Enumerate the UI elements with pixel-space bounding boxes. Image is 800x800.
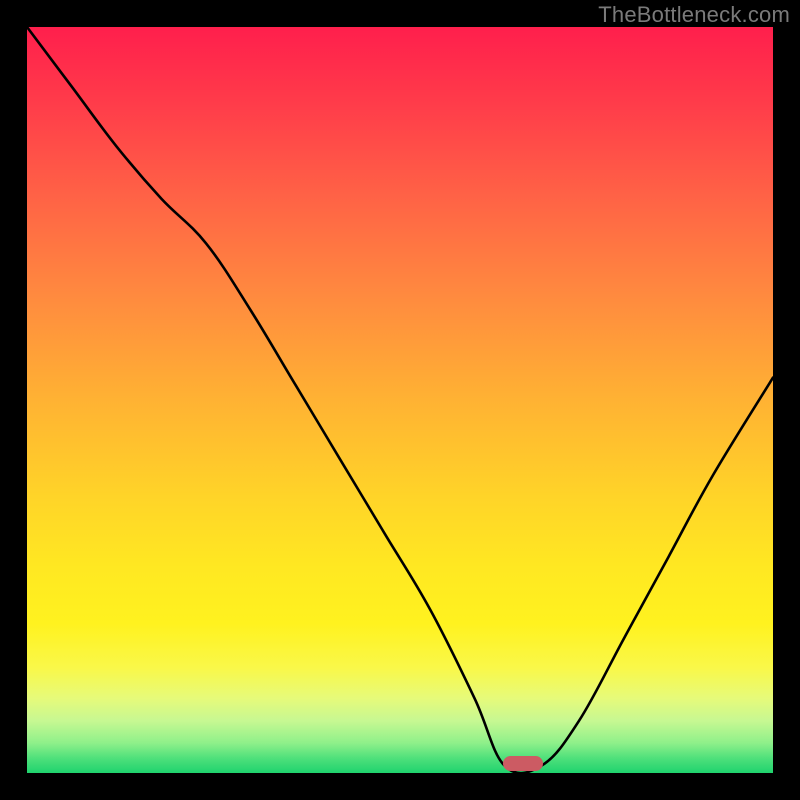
plot-area bbox=[27, 27, 773, 773]
chart-frame: TheBottleneck.com bbox=[0, 0, 800, 800]
watermark-text: TheBottleneck.com bbox=[598, 2, 790, 28]
bottleneck-curve bbox=[27, 27, 773, 773]
optimum-marker bbox=[503, 756, 543, 771]
curve-path bbox=[27, 27, 773, 773]
